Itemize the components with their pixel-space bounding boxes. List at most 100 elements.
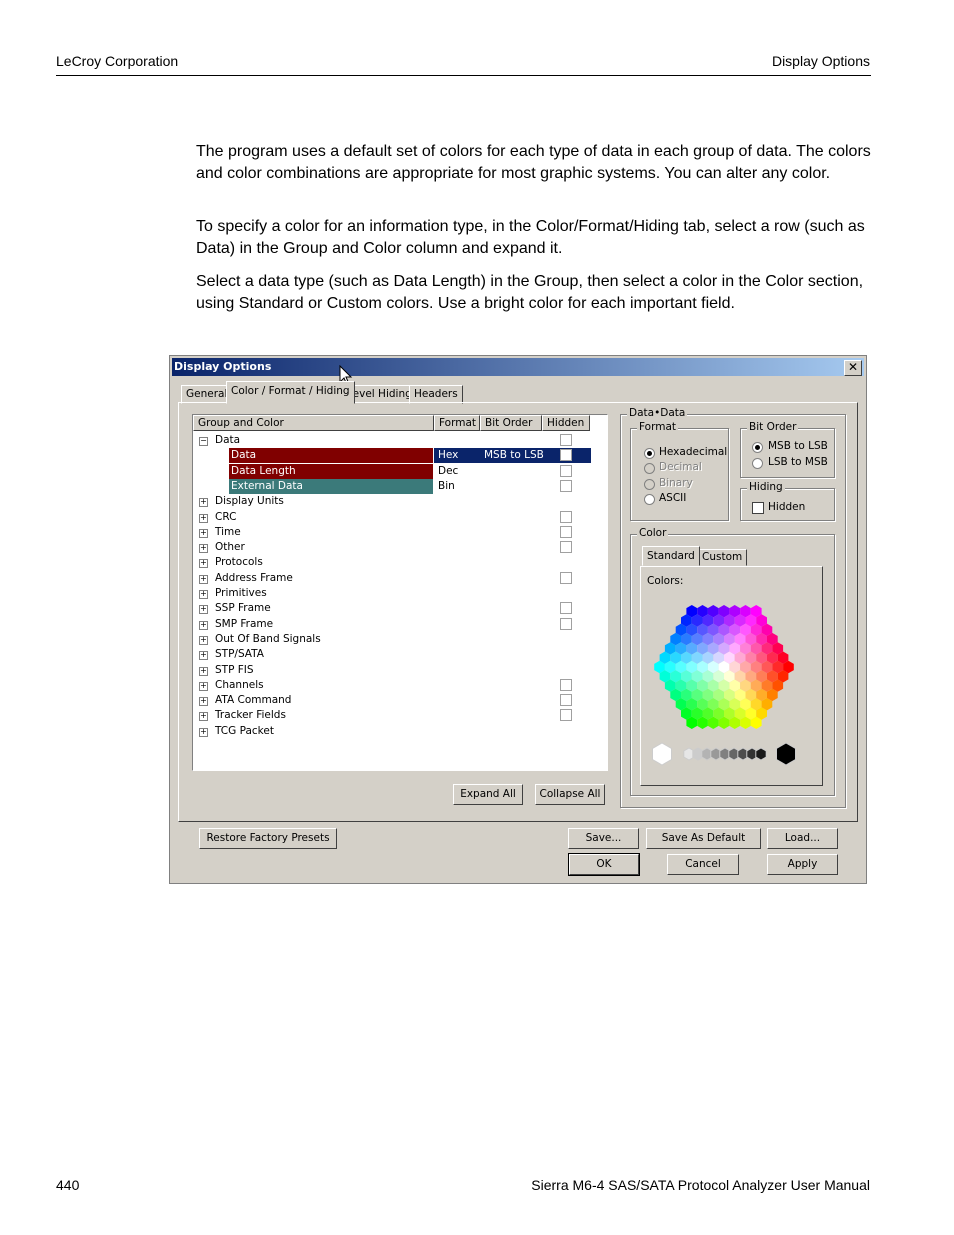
- tree-row-hidden-checkbox[interactable]: [560, 694, 572, 707]
- tree-row[interactable]: External Data Bin: [193, 478, 605, 494]
- tree-row-format: Dec: [438, 464, 459, 477]
- tree-row-label: Time: [215, 525, 241, 538]
- expand-icon[interactable]: +: [199, 620, 208, 630]
- expand-icon[interactable]: +: [199, 528, 208, 538]
- radio-ascii[interactable]: [644, 494, 655, 505]
- tree-row[interactable]: + Protocols: [193, 555, 605, 570]
- tree-row-hidden-checkbox[interactable]: [560, 541, 572, 554]
- tree-row-hidden-checkbox[interactable]: [560, 510, 572, 523]
- tree-row-hidden-checkbox[interactable]: [560, 709, 572, 722]
- tree-row[interactable]: Data Length Dec: [193, 463, 605, 479]
- tree-row-hidden-checkbox[interactable]: [560, 617, 572, 630]
- tree-row[interactable]: + Primitives: [193, 586, 605, 601]
- expand-icon[interactable]: +: [199, 651, 208, 661]
- expand-icon[interactable]: +: [199, 574, 208, 584]
- radio-msb-to-lsb[interactable]: [752, 442, 763, 453]
- manual-title: Sierra M6-4 SAS/SATA Protocol Analyzer U…: [531, 1177, 870, 1193]
- column-bit-order[interactable]: Bit Order: [480, 415, 542, 431]
- hiding-label: Hiding: [747, 481, 785, 493]
- expand-icon[interactable]: +: [199, 635, 208, 645]
- expand-icon[interactable]: +: [199, 727, 208, 737]
- tree-row-hidden-checkbox[interactable]: [560, 479, 572, 492]
- cancel-button[interactable]: Cancel: [667, 854, 739, 875]
- group-color-tree[interactable]: Group and Color Format Bit Order Hidden …: [192, 414, 608, 771]
- expand-icon[interactable]: +: [199, 498, 208, 508]
- expand-icon[interactable]: +: [199, 559, 208, 569]
- paragraph-3: Select a data type (such as Data Length)…: [196, 273, 864, 312]
- tree-row-label: SMP Frame: [215, 617, 274, 630]
- tree-row-hidden-checkbox[interactable]: [560, 434, 572, 446]
- column-format[interactable]: Format: [434, 415, 480, 431]
- tree-row[interactable]: Data Hex MSB to LSB: [193, 448, 605, 464]
- expand-icon[interactable]: +: [199, 513, 208, 523]
- color-hexagon-palette[interactable]: [650, 592, 820, 782]
- tree-row[interactable]: + TCG Packet: [193, 724, 605, 739]
- tree-row[interactable]: + STP FIS: [193, 663, 605, 678]
- load-button[interactable]: Load...: [767, 828, 838, 849]
- dialog-titlebar[interactable]: Display Options ✕: [172, 358, 864, 376]
- tree-row-label: External Data: [229, 478, 433, 494]
- tab-custom-colors[interactable]: Custom: [697, 549, 748, 566]
- tree-row[interactable]: + Display Units: [193, 494, 605, 509]
- tree-row-hidden-checkbox[interactable]: [560, 449, 572, 462]
- tree-row[interactable]: + Time: [193, 525, 605, 540]
- collapse-all-button[interactable]: Collapse All: [535, 784, 605, 805]
- tree-row[interactable]: + ATA Command: [193, 693, 605, 708]
- tree-row-label: Address Frame: [215, 571, 293, 584]
- expand-icon[interactable]: +: [199, 590, 208, 599]
- save-as-default-button[interactable]: Save As Default: [646, 828, 761, 849]
- tree-row[interactable]: + Tracker Fields: [193, 708, 605, 723]
- ok-button[interactable]: OK: [568, 853, 640, 876]
- expand-icon[interactable]: +: [199, 697, 208, 707]
- page-number: 440: [56, 1177, 80, 1193]
- tree-row-hidden-checkbox[interactable]: [560, 525, 572, 538]
- radio-hexadecimal[interactable]: [644, 448, 655, 459]
- tree-row-hidden-checkbox[interactable]: [560, 602, 572, 615]
- close-icon[interactable]: ✕: [844, 360, 862, 376]
- format-group: Format Hexadecimal Decimal Binary ASCII: [630, 421, 729, 521]
- expand-icon[interactable]: +: [199, 666, 208, 676]
- expand-all-button[interactable]: Expand All: [453, 784, 523, 805]
- tree-row[interactable]: + STP/SATA: [193, 647, 605, 662]
- tab-standard-colors[interactable]: Standard: [642, 546, 700, 566]
- label-hexadecimal: Hexadecimal: [659, 446, 728, 458]
- gray-swatch[interactable]: [652, 742, 672, 766]
- column-group-and-color[interactable]: Group and Color: [193, 415, 434, 431]
- restore-factory-presets-button[interactable]: Restore Factory Presets: [199, 828, 337, 849]
- gray-swatch[interactable]: [776, 742, 796, 766]
- label-msb-to-lsb: MSB to LSB: [768, 440, 828, 452]
- header-section: Display Options: [771, 53, 870, 69]
- save-button[interactable]: Save...: [568, 828, 639, 849]
- collapse-icon[interactable]: −: [199, 437, 208, 446]
- tree-row-hidden-checkbox[interactable]: [560, 678, 572, 691]
- tree-row[interactable]: + CRC: [193, 510, 605, 525]
- hidden-checkbox[interactable]: [752, 502, 764, 514]
- paragraph-2: To specify a color for an information ty…: [196, 218, 865, 257]
- tree-row[interactable]: + Other: [193, 540, 605, 555]
- tree-row[interactable]: + Channels: [193, 678, 605, 693]
- tree-row-label: Tracker Fields: [215, 709, 286, 722]
- tree-row-hidden-checkbox[interactable]: [560, 571, 572, 584]
- data-data-label: Data•Data: [627, 407, 688, 419]
- tree-row-hidden-checkbox[interactable]: [560, 464, 572, 477]
- expand-icon[interactable]: +: [199, 681, 208, 691]
- tree-row[interactable]: − Data: [193, 433, 605, 448]
- tree-row[interactable]: + SSP Frame: [193, 601, 605, 616]
- tab-color-format-hiding[interactable]: Color / Format / Hiding: [226, 381, 355, 404]
- radio-lsb-to-msb[interactable]: [752, 458, 763, 469]
- gray-swatch[interactable]: [755, 747, 767, 761]
- radio-binary: [644, 479, 655, 490]
- expand-icon[interactable]: +: [199, 712, 208, 722]
- column-hidden[interactable]: Hidden: [542, 415, 590, 431]
- label-decimal: Decimal: [659, 461, 702, 473]
- apply-button[interactable]: Apply: [767, 854, 838, 875]
- dialog-title: Display Options: [174, 360, 272, 373]
- tree-row[interactable]: + Address Frame: [193, 571, 605, 586]
- label-binary: Binary: [659, 477, 693, 489]
- tree-row-label: SSP Frame: [215, 602, 271, 615]
- expand-icon[interactable]: +: [199, 605, 208, 615]
- tree-row-label: Primitives: [215, 587, 267, 599]
- expand-icon[interactable]: +: [199, 544, 208, 554]
- tree-row[interactable]: + SMP Frame: [193, 617, 605, 632]
- tree-row[interactable]: + Out Of Band Signals: [193, 632, 605, 647]
